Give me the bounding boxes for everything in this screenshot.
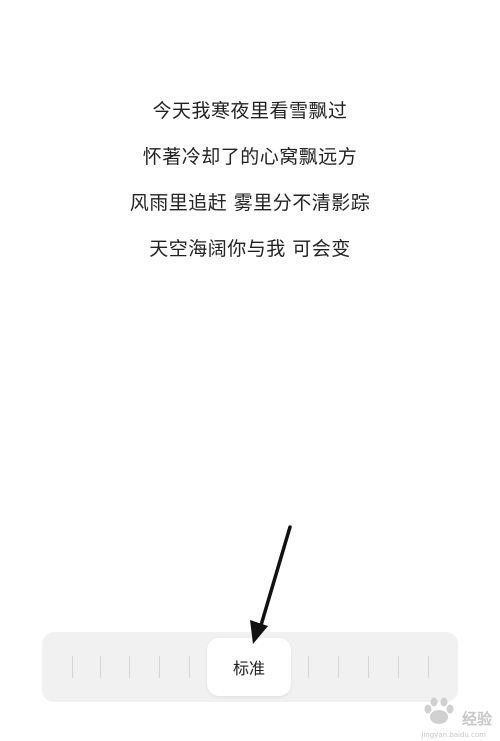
- watermark-url: jingyan.baidu.com: [421, 731, 486, 739]
- paw-logo-icon: [424, 697, 454, 724]
- annotation-arrow-icon: [250, 525, 292, 644]
- watermark-text: 经验: [461, 710, 492, 728]
- watermark: 经验: [420, 697, 492, 727]
